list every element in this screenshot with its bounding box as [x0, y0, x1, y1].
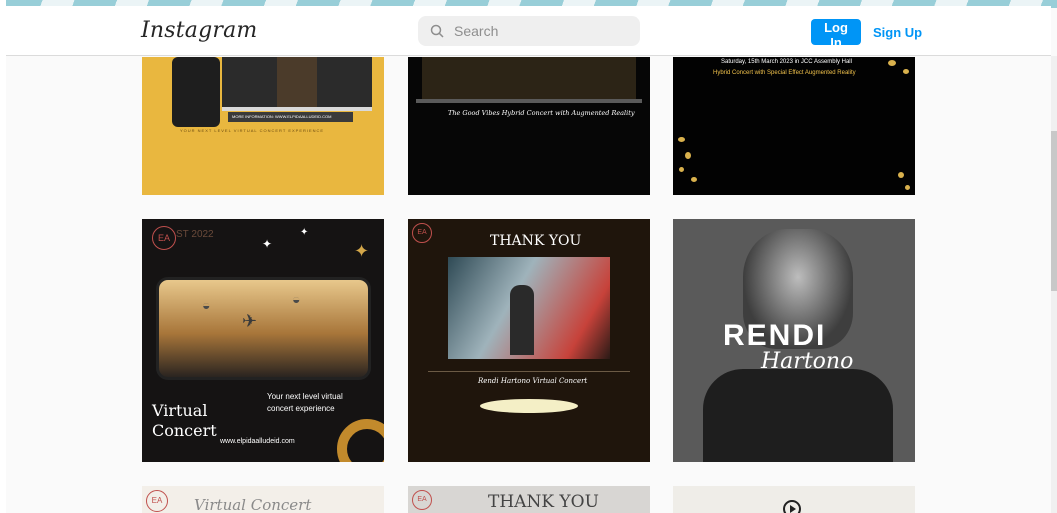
brand-badge: EA [152, 226, 176, 250]
decorative-ring [337, 419, 384, 462]
search-icon [430, 24, 444, 38]
sparkle-icon: ✦ [354, 241, 370, 261]
year-text: ST 2022 [176, 229, 214, 240]
surname-text: Hartono [761, 349, 854, 374]
post-tile[interactable]: EA THANK YOU Rendi Hartono Virtual Conce… [408, 219, 650, 462]
phone-frame [156, 277, 371, 380]
post-tile[interactable]: The Good Vibes Hybrid Concert with Augme… [408, 57, 650, 195]
caption-text: Rendi Hartono Virtual Concert [478, 377, 588, 385]
subtitle-text: Your next level virtual concert experien… [267, 392, 343, 413]
sparkle-icon: ✦ [300, 227, 309, 238]
laptop-graphic [222, 57, 372, 111]
name-text: RENDI [723, 319, 827, 352]
thankyou-heading: THANK YOU [490, 233, 582, 249]
search-input[interactable] [452, 22, 626, 40]
concert-photo [448, 257, 610, 359]
sparkle-icon: ✦ [262, 237, 273, 251]
post-tile[interactable]: EA Virtual Concert Organizer [142, 486, 384, 513]
scrollbar-thumb[interactable] [1051, 131, 1057, 291]
play-icon[interactable] [783, 500, 801, 513]
ufo-icon: ◒ [292, 291, 301, 307]
post-tile[interactable]: MORE INFORMATION: WWW.ELPIDAALLUDEID.COM… [142, 57, 384, 195]
caption-text: The Good Vibes Hybrid Concert with Augme… [448, 109, 635, 117]
concert-screen [422, 57, 636, 99]
brand-badge: EA [412, 223, 432, 243]
website-text: www.elpidaalludeid.com [220, 438, 295, 445]
jet-icon: ✈ [242, 311, 258, 331]
instagram-logo[interactable]: Instagram [141, 18, 257, 43]
tagline-text: YOUR NEXT LEVEL VIRTUAL CONCERT EXPERIEN… [180, 128, 325, 133]
brand-badge: EA [146, 490, 168, 512]
post-tile[interactable]: Saturday, 15th March 2023 in JCC Assembl… [673, 57, 915, 195]
search-box[interactable] [418, 16, 640, 46]
brand-badge: EA [412, 490, 432, 510]
top-nav-bar: Instagram Log In Sign Up [6, 6, 1051, 56]
date-text: Saturday, 15th March 2023 in JCC Assembl… [721, 59, 852, 65]
title-text: Hybrid Concert with Special Effect Augme… [713, 70, 856, 76]
login-button[interactable]: Log In [811, 19, 861, 50]
headline-text: Virtual Concert [152, 401, 217, 440]
spotlight-glow [480, 399, 578, 413]
window-edge [0, 0, 6, 513]
thankyou-heading: THANK YOU [488, 492, 599, 512]
post-tile[interactable]: RENDI Hartono [673, 219, 915, 462]
info-text: MORE INFORMATION: WWW.ELPIDAALLUDEID.COM [232, 114, 332, 119]
title-text: Virtual Concert Organizer [194, 496, 312, 513]
post-tile[interactable]: EA ST 2022 ✦ ✦ ✦ ◒ ◒ ✈ Virtual Concert Y… [142, 219, 384, 462]
scrollbar[interactable] [1051, 56, 1057, 513]
post-tile[interactable]: EA THANK YOU [408, 486, 650, 513]
signup-link[interactable]: Sign Up [873, 25, 922, 40]
phone-graphic [172, 57, 220, 127]
post-tile[interactable] [673, 486, 915, 513]
ufo-icon: ◒ [202, 297, 211, 313]
